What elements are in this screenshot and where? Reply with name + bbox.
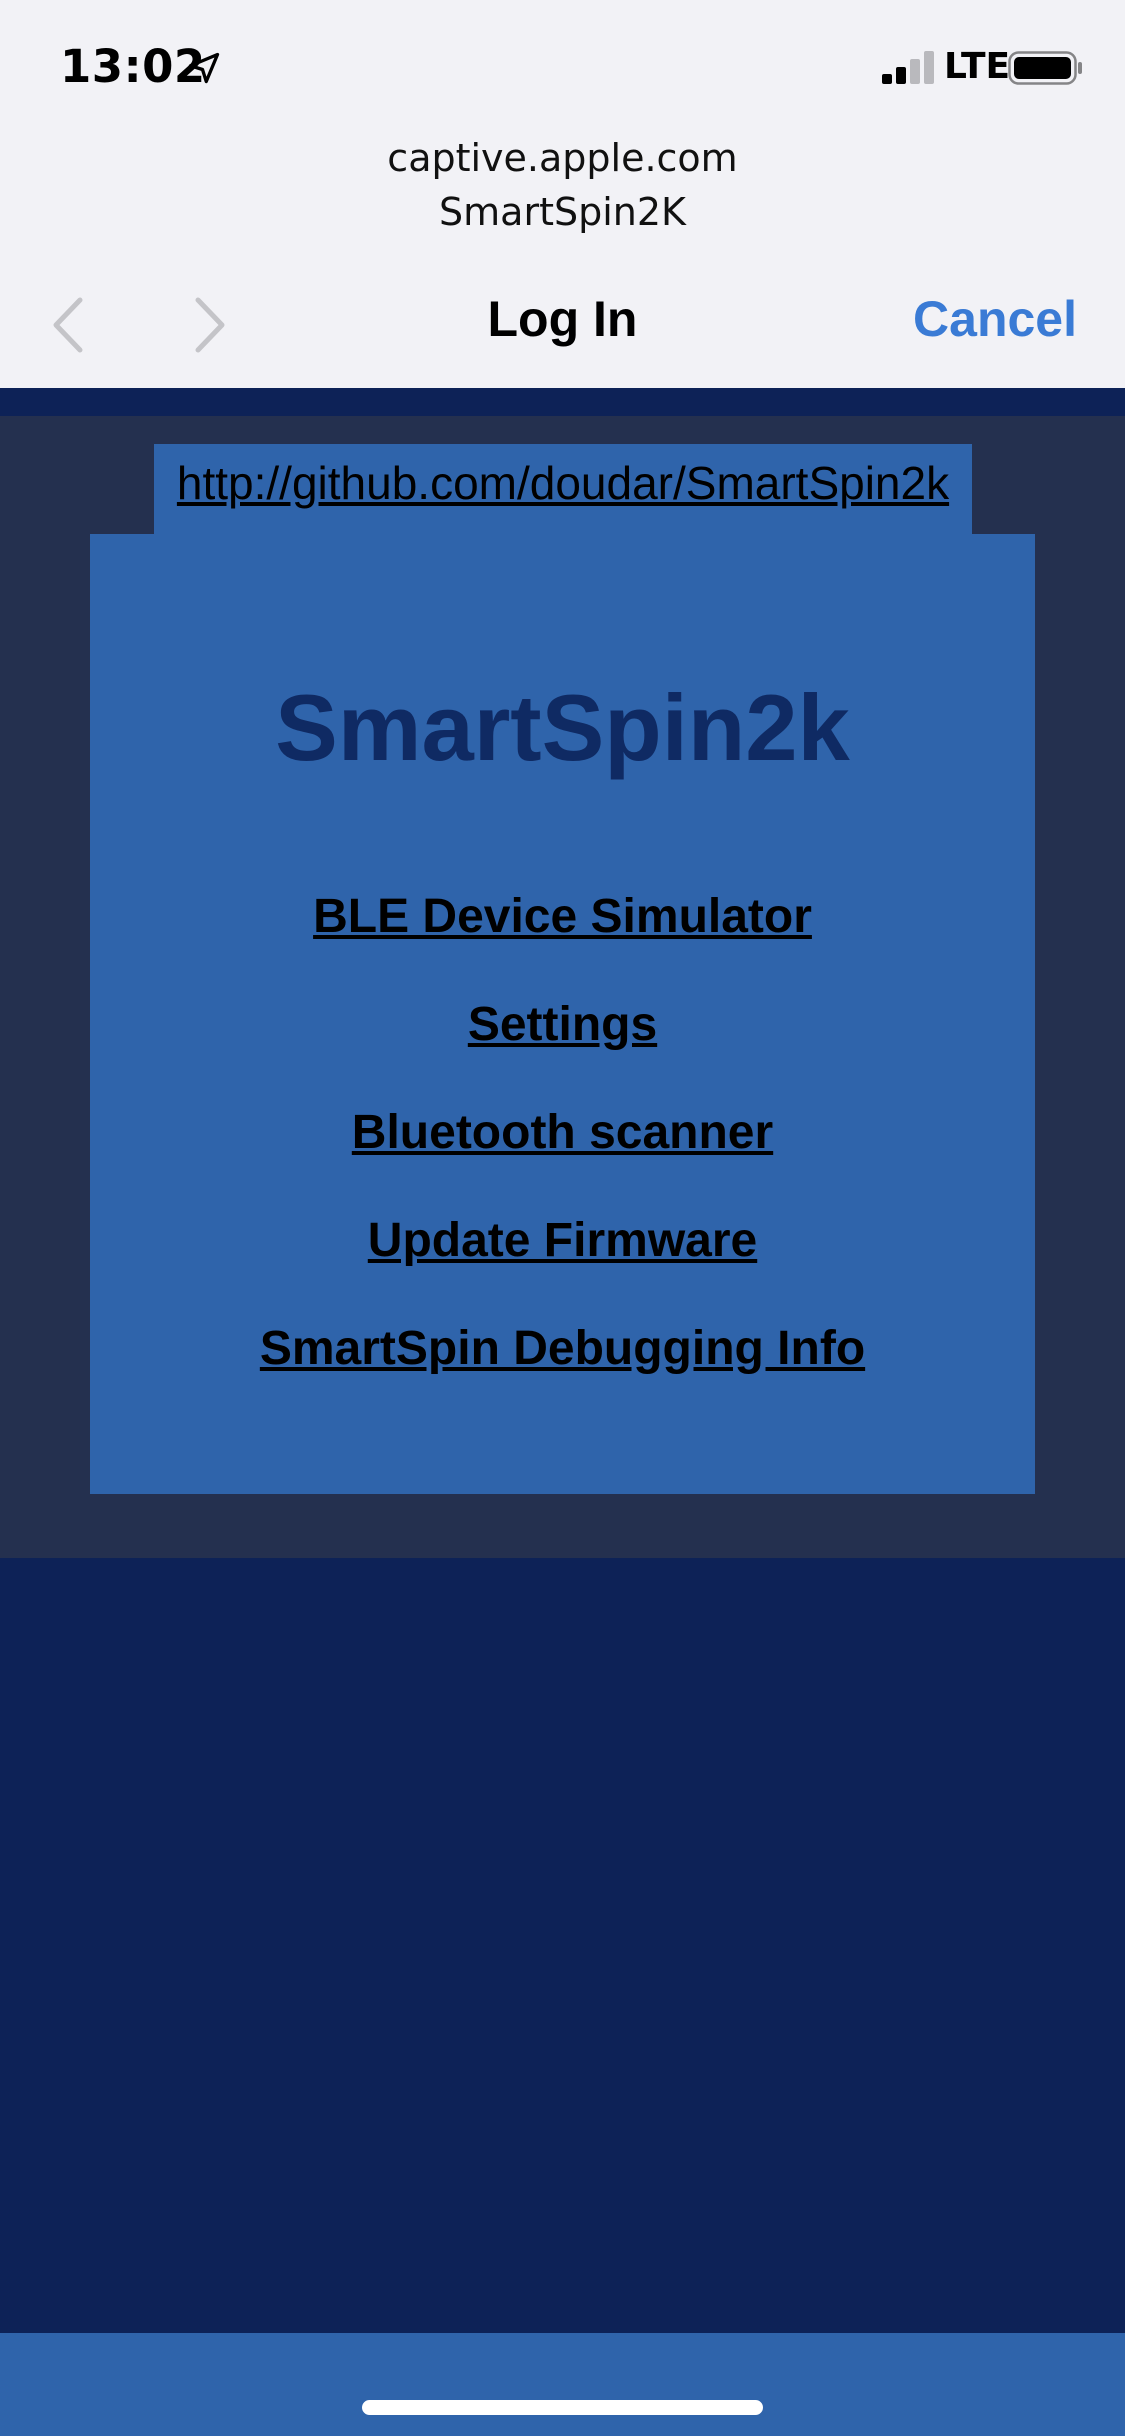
debugging-info-link[interactable]: SmartSpin Debugging Info <box>90 1321 1035 1376</box>
screen: 13:02 LTE captive.apple.com SmartSpin2K … <box>0 0 1125 2436</box>
ble-device-simulator-link[interactable]: BLE Device Simulator <box>90 889 1035 944</box>
network-name: SmartSpin2K <box>439 190 686 234</box>
cancel-button[interactable]: Cancel <box>913 290 1077 348</box>
bottom-bar <box>0 2333 1125 2436</box>
battery-icon <box>1008 51 1082 85</box>
page-body: http://github.com/doudar/SmartSpin2k Sma… <box>0 416 1125 1558</box>
web-content: http://github.com/doudar/SmartSpin2k Sma… <box>0 388 1125 2333</box>
carrier-label: LTE <box>944 46 1011 87</box>
status-time: 13:02 <box>60 40 206 93</box>
portal-url: captive.apple.com <box>387 136 738 180</box>
settings-link[interactable]: Settings <box>90 997 1035 1052</box>
repo-link-container: http://github.com/doudar/SmartSpin2k <box>154 444 972 534</box>
bluetooth-scanner-link[interactable]: Bluetooth scanner <box>90 1105 1035 1160</box>
location-arrow-icon <box>188 52 220 84</box>
menu-card: SmartSpin2k BLE Device Simulator Setting… <box>90 534 1035 1494</box>
update-firmware-link[interactable]: Update Firmware <box>90 1213 1035 1268</box>
home-indicator[interactable] <box>362 2400 763 2415</box>
cellular-signal-icon <box>882 51 934 84</box>
portal-header-area: 13:02 LTE captive.apple.com SmartSpin2K … <box>0 0 1125 388</box>
site-title: SmartSpin2k <box>275 675 850 780</box>
repo-link[interactable]: http://github.com/doudar/SmartSpin2k <box>154 456 972 510</box>
